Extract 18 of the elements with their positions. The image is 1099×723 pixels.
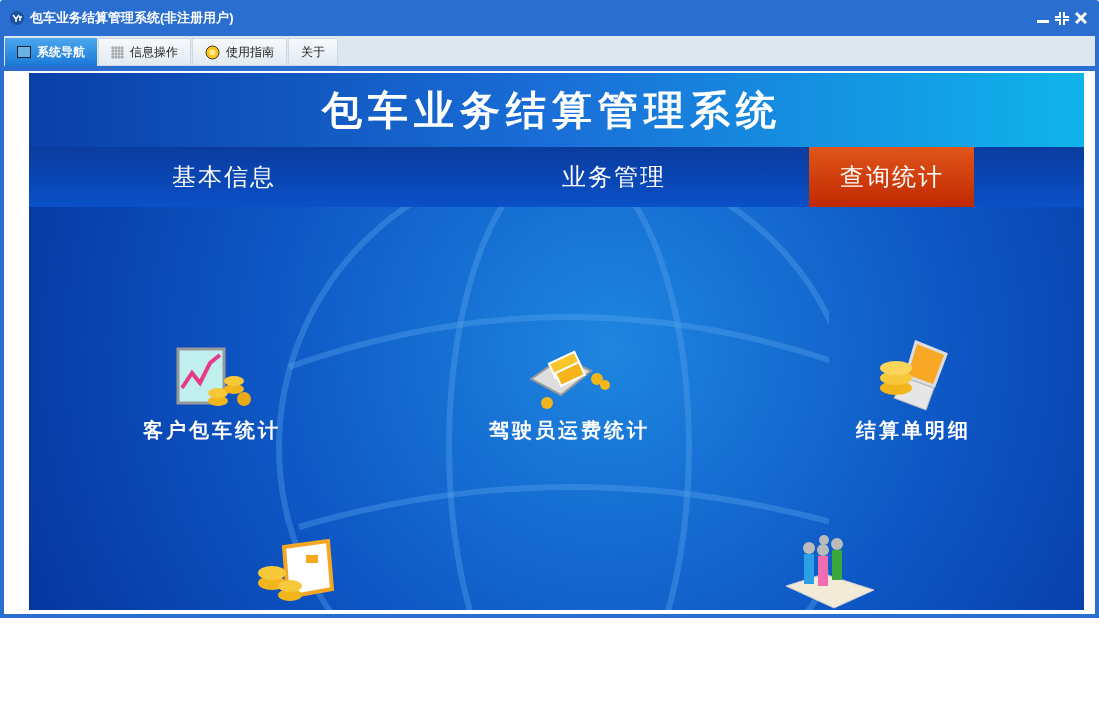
banner-title: 包车业务结算管理系统 [321, 87, 782, 134]
menu-tile-label[interactable]: 结算单明细 [856, 415, 971, 445]
people-on-paper-icon [784, 534, 874, 609]
tab[interactable]: 关于 [288, 38, 338, 66]
grid-icon [111, 45, 124, 59]
help-icon [205, 44, 220, 60]
window-title: 包车业务结算管理系统(非注册用户) [30, 9, 234, 28]
tab[interactable]: 使用指南 [192, 38, 287, 66]
tab[interactable]: 信息操作 [98, 38, 191, 66]
monitor-icon [17, 46, 31, 58]
restore-icon[interactable] [1055, 11, 1069, 25]
nav-item[interactable]: 基本信息 [144, 147, 304, 207]
menu-tile-label[interactable]: 驾驶员运费统计 [488, 415, 650, 445]
close-icon[interactable] [1075, 12, 1087, 24]
app-logo-icon [10, 11, 24, 25]
nav-item[interactable]: 查询统计 [809, 147, 974, 207]
menu-tile-label[interactable]: 客户包车统计 [143, 415, 281, 445]
nav-item[interactable]: 业务管理 [534, 147, 694, 207]
